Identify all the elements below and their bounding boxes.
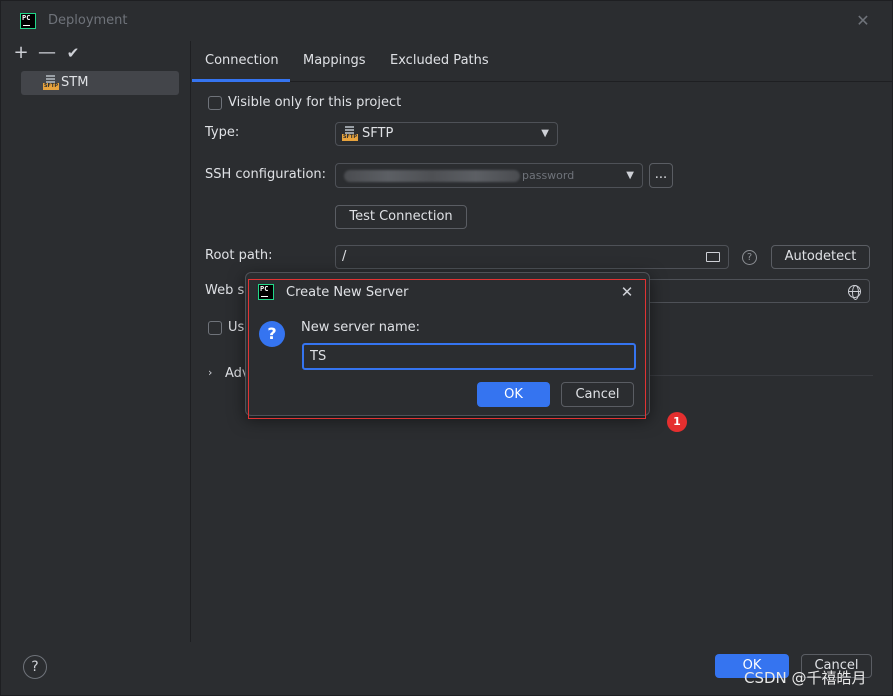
- advanced-separator: [647, 375, 873, 376]
- use-option-label: Us: [228, 320, 245, 335]
- sftp-server-icon: SFTP: [43, 75, 59, 91]
- type-select[interactable]: SFTP SFTP ▼: [335, 122, 558, 146]
- type-select-value: SFTP: [362, 126, 394, 141]
- help-button[interactable]: ?: [23, 655, 47, 679]
- active-tab-indicator: [192, 79, 290, 82]
- test-connection-button[interactable]: Test Connection: [335, 205, 467, 229]
- watermark-text: CSDN @千禧皓月: [744, 669, 867, 687]
- ssh-auth-type: password: [522, 169, 575, 182]
- remove-server-icon[interactable]: —: [37, 43, 57, 63]
- tab-connection[interactable]: Connection: [205, 53, 279, 68]
- title-bar: PC Deployment ✕: [1, 1, 892, 41]
- tab-bar: Connection Mappings Excluded Paths: [192, 41, 892, 82]
- help-icon[interactable]: ?: [742, 250, 757, 265]
- server-list-item-label: STM: [61, 75, 89, 90]
- chevron-right-icon[interactable]: ›: [208, 366, 212, 379]
- root-path-value: /: [342, 249, 347, 264]
- redacted-host-text: [344, 170, 520, 182]
- ssh-configuration-select[interactable]: password ▼: [335, 163, 643, 188]
- root-path-label: Root path:: [205, 248, 273, 263]
- folder-icon[interactable]: [706, 252, 720, 262]
- window-close-icon[interactable]: ✕: [853, 11, 873, 31]
- server-list-toolbar: + — ✔: [1, 41, 190, 67]
- web-server-url-input[interactable]: [647, 279, 870, 303]
- visible-only-label: Visible only for this project: [228, 95, 402, 110]
- window-title: Deployment: [48, 13, 128, 28]
- globe-icon[interactable]: [848, 285, 861, 300]
- use-option-checkbox[interactable]: [208, 321, 222, 335]
- root-path-input[interactable]: /: [335, 245, 729, 269]
- autodetect-button[interactable]: Autodetect: [771, 245, 870, 269]
- chevron-down-icon: ▼: [541, 128, 549, 139]
- server-list-pane: + — ✔ SFTP STM: [1, 41, 191, 642]
- type-label: Type:: [205, 125, 240, 140]
- add-server-icon[interactable]: +: [11, 43, 31, 63]
- server-list-item-stm[interactable]: SFTP STM: [21, 71, 179, 95]
- pycharm-logo-icon: PC: [20, 13, 36, 29]
- ssh-configuration-label: SSH configuration:: [205, 167, 327, 182]
- annotation-highlight-box: [248, 279, 646, 419]
- sftp-type-icon: SFTP: [342, 126, 358, 142]
- ssh-configuration-more-button[interactable]: ...: [649, 163, 673, 188]
- tab-excluded-paths[interactable]: Excluded Paths: [390, 53, 489, 68]
- annotation-step-badge: 1: [667, 412, 687, 432]
- chevron-down-icon: ▼: [626, 170, 634, 181]
- tab-mappings[interactable]: Mappings: [303, 53, 366, 68]
- set-default-check-icon[interactable]: ✔: [63, 43, 83, 63]
- visible-only-checkbox[interactable]: [208, 96, 222, 110]
